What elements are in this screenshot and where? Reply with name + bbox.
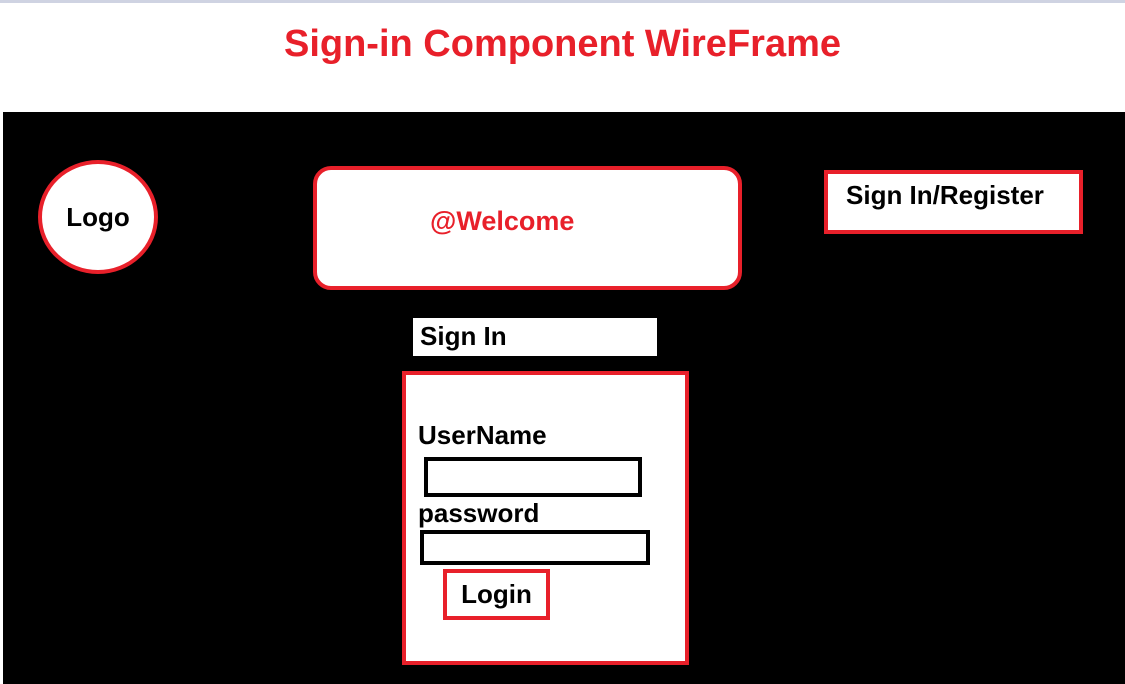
- signin-heading-label: Sign In: [420, 321, 507, 351]
- signin-register-label: Sign In/Register: [846, 180, 1044, 210]
- login-button[interactable]: Login: [443, 569, 550, 620]
- signin-register-button[interactable]: Sign In/Register: [824, 170, 1083, 234]
- page-title: Sign-in Component WireFrame: [283, 23, 841, 65]
- username-label: UserName: [418, 420, 547, 450]
- password-label: password: [418, 498, 540, 528]
- logo: Logo: [38, 160, 158, 274]
- wireframe-page: Sign-in Component WireFrame Logo @Welcom…: [0, 0, 1125, 684]
- password-field[interactable]: [420, 530, 650, 565]
- login-button-label: Login: [461, 579, 532, 609]
- username-field[interactable]: [424, 457, 642, 497]
- logo-label: Logo: [66, 201, 130, 232]
- signin-heading: Sign In: [413, 318, 657, 356]
- welcome-text: @Welcome: [430, 206, 575, 236]
- top-divider: [0, 0, 1125, 3]
